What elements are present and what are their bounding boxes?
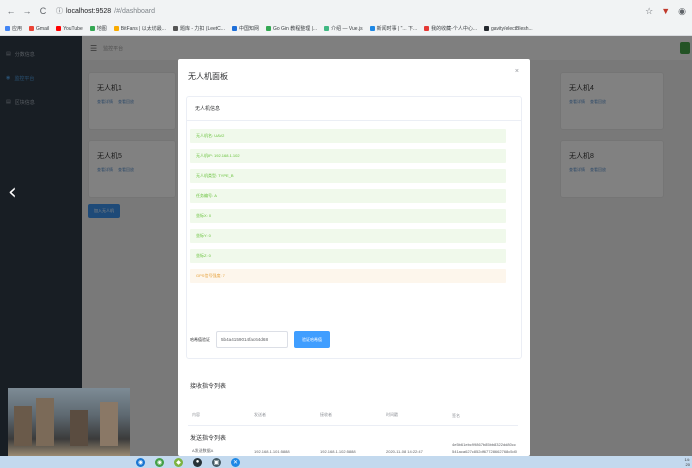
info-alert: 任务编号: A [190,189,506,203]
bookmark-label: 题库 - 力扣 (LeetC... [179,26,225,32]
bookmark-item[interactable]: gavity/electBlesh... [484,26,533,32]
bookmark-item[interactable]: 中国知网 [231,25,259,32]
building-shape [100,402,118,446]
info-card-header: 无人机信息 [187,97,521,121]
reload-button[interactable]: C [38,6,48,16]
cell-timestamp: 2020-11-08 14:22:47 [386,448,423,454]
address-bar[interactable]: ⓘ localhost:9528/#/dashboard [56,6,155,16]
cell-sender: 192.168.1.101:5888 [254,448,290,454]
table-row: A发送数据A 192.168.1.101:5888 192.168.1.102:… [188,425,518,456]
bookmark-item[interactable]: 介绍 — Vue.js [324,25,363,32]
url-path: /#/dashboard [114,7,156,15]
received-commands-title: 接收指令列表 [190,384,227,390]
info-alert: 无人机IP: 192.168.1.102 [190,149,506,163]
bookmark-item[interactable]: 我的收藏-个人中心... [424,25,477,32]
tray-clock-line: 20 [685,462,690,467]
bookmark-icon [324,26,330,31]
bookmark-item[interactable]: 应用 [5,25,22,32]
bookmark-icon [369,26,375,31]
column-header: 接收者 [320,412,332,417]
back-button[interactable]: ← [6,6,16,16]
bookmark-icon [484,26,489,31]
extension-icon[interactable]: ▼ [661,6,670,16]
webcam-preview [8,388,130,456]
building-shape [36,398,54,446]
info-icon: ⓘ [56,8,63,15]
browser-actions: ☆ ▼ ◉ [645,6,686,17]
url-host: localhost:9528 [66,7,112,15]
chevron-left-icon[interactable]: ‹ [8,180,17,205]
building-shape [14,406,32,446]
bookmark-label: Gmail [36,25,50,32]
hash-verify-row: 哈希值验证 5b4a4159014fac64d68 验证哈希值 [190,331,330,348]
profile-icon[interactable]: ◉ [678,6,686,17]
forward-button[interactable]: → [22,6,32,16]
info-alert: 坐标Z: 0 [190,249,506,263]
bookmark-label: 我的收藏-个人中心... [431,26,477,32]
terminal-icon[interactable]: ● [193,457,202,467]
bookmark-label: Go Gin 教程整理 |... [272,26,318,32]
bookmark-label: YouTube [63,25,83,32]
bookmark-label: 地图 [96,26,107,32]
close-icon[interactable]: × [515,68,519,75]
column-header: 内容 [192,412,200,417]
bookmark-label: 中国知网 [238,26,259,32]
building-shape [70,410,88,446]
bookmark-label: 应用 [12,26,23,32]
hash-verify-label: 哈希值验证 [190,336,210,342]
verify-hash-button[interactable]: 验证哈希值 [294,331,330,348]
bookmark-item[interactable]: 题库 - 力扣 (LeetC... [172,25,225,32]
column-header: 时间戳 [386,412,398,417]
bookmark-item[interactable]: YouTube [56,26,83,32]
bookmark-icon [424,26,430,31]
info-alert: 坐标Y: 0 [190,229,506,243]
bookmark-icon [113,26,119,31]
taskbar: ◉ ◉ ◆ ● ▣ ✕ 14: 20 [0,456,692,468]
bookmark-icon [56,26,62,31]
dialog-title: 无人机面板 [188,72,228,81]
bookmark-icon [265,26,271,31]
star-icon[interactable]: ☆ [645,6,653,17]
bookmark-item[interactable]: Gmail [29,26,49,32]
info-alert: 无人机类型: TYPE_B [190,169,506,183]
bookmark-icon [89,26,95,31]
windows-icon[interactable]: ◉ [136,457,145,467]
bookmark-item[interactable]: BitFans | 以太坊最... [113,25,166,32]
bookmark-item[interactable]: 新闻时事 | "... 下... [369,25,418,32]
info-alert: 坐标X: 0 [190,209,506,223]
column-header: 签名 [452,412,460,418]
bookmark-icon [172,26,178,31]
bookmark-label: BitFans | 以太坊最... [120,26,166,32]
column-header: 发送者 [254,412,266,417]
bookmark-label: gavity/electBlesh... [491,25,533,32]
bookmarks-bar: 应用 Gmail YouTube 地图 BitFans | 以太坊最... 题库 - 力扣… [0,22,692,36]
info-alert: GPS信号强度: 7 [190,269,506,283]
vscode-icon[interactable]: ✕ [231,457,240,467]
bookmark-item[interactable]: 地图 [89,25,107,32]
bookmark-icon [5,26,10,31]
bookmark-icon [29,26,35,31]
bookmark-label: 介绍 — Vue.js [331,26,363,32]
table-header: 内容 发送者 接收者 时间戳 签名 [188,408,518,422]
cell-content: A发送数据A [192,448,214,453]
bookmark-label: 新闻时事 | "... 下... [376,26,418,32]
cell-receiver: 192.168.1.102:5888 [320,448,356,454]
info-alert: 无人机名: UAV2 [190,129,506,143]
tray-clock: 14: 20 [684,457,690,467]
bookmark-item[interactable]: Go Gin 教程整理 |... [265,25,318,32]
sent-commands-title: 发送指令列表 [190,436,227,442]
chrome-icon[interactable]: ◉ [155,457,164,467]
drone-panel-dialog: 无人机面板 × 无人机信息 无人机名: UAV2 无人机IP: 192.168.1… [178,59,530,456]
window-icon[interactable]: ▣ [212,457,221,467]
app-icon[interactable]: ◆ [174,457,183,467]
cell-signature: 4e5b61ebc99867b85bb8322dd80cc541aca627c8… [452,441,517,457]
hash-input[interactable]: 5b4a4159014fac64d68 [216,331,288,348]
bookmark-icon [231,26,237,31]
screen: ← → C ⓘ localhost:9528/#/dashboard ☆ ▼ ◉… [0,0,692,468]
browser-toolbar: ← → C ⓘ localhost:9528/#/dashboard ☆ ▼ ◉ [0,0,692,22]
